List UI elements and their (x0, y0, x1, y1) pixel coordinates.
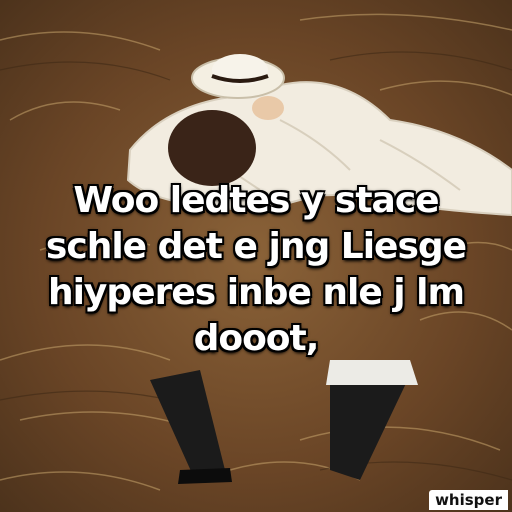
boot-sole (178, 468, 232, 484)
boot-cuff (326, 360, 418, 385)
person-head-hair (168, 110, 256, 186)
caption-line-3: hiyperes inbe nle j lm (47, 272, 465, 313)
face (252, 96, 284, 120)
whisper-watermark: whisper (429, 490, 508, 510)
meme-caption: Woo ledtes y stace schle det e jng Liesg… (20, 178, 492, 362)
caption-line-2: schle det e jng Liesge (45, 226, 467, 267)
caption-line-4: dooot, (193, 318, 320, 359)
caption-line-1: Woo ledtes y stace (73, 180, 439, 221)
